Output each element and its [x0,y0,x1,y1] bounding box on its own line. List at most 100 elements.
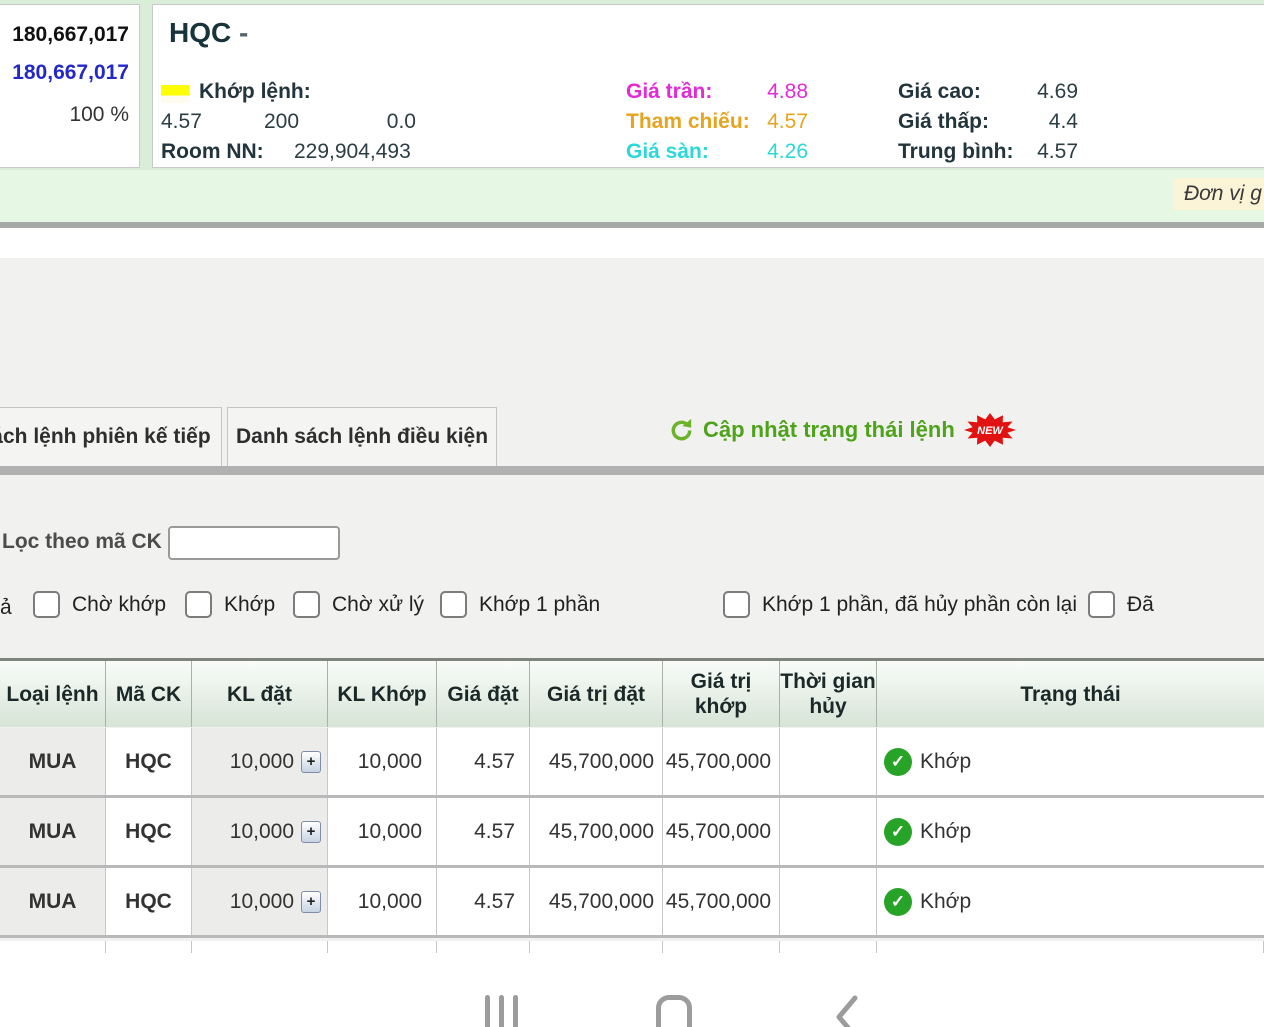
ceiling-price-value: 4.88 [767,80,808,103]
refresh-icon [671,418,692,440]
tab-conditional-orders[interactable]: Danh sách lệnh điều kiện [227,407,497,466]
symbol-code: HQC [169,17,232,48]
home-button[interactable] [656,995,692,1027]
quote-panel: HQC - Khớp lệnh: 4.57 200 0.0 Room NN: 2… [152,4,1264,168]
order-status-cell: ✓ Khớp [877,868,1264,935]
checkbox-khop-1-phan-da-huy[interactable]: Khớp 1 phần, đã hủy phần còn lại [723,591,1077,618]
recents-button[interactable] [485,995,518,1027]
tab-next-session-orders[interactable]: ách lệnh phiên kế tiếp [0,407,222,466]
order-matched-qty: 10,000 [328,728,437,795]
checkbox-box[interactable] [440,591,467,618]
status-check-icon: ✓ [884,887,912,916]
order-row-partial [0,941,1264,953]
checkbox-box[interactable] [723,591,750,618]
matched-price: 4.57 [161,110,202,133]
owned-shares-value: 180,667,017 [12,61,129,84]
orders-section: ách lệnh phiên kế tiếp Danh sách lệnh đi… [0,258,1264,1027]
account-summary-panel: 180,667,017 180,667,017 100 % [0,4,140,168]
room-value: 229,904,493 [294,140,411,163]
update-order-status-label: Cập nhật trạng thái lệnh [703,417,955,442]
header-loai-lenh: Loại lệnh [0,661,106,727]
new-badge-icon: NEW [963,413,1016,447]
order-row: MUA HQC 10,000 + 10,000 4.57 45,700,000 … [0,728,1264,798]
checkbox-box[interactable] [33,591,60,618]
order-qty: 10,000 [229,819,294,843]
floor-price-value: 4.26 [767,140,808,163]
order-matched-qty: 10,000 [328,798,437,865]
matched-price-label: Khớp lệnh: [199,80,311,103]
order-status-cell: ✓ Khớp [877,798,1264,865]
bottom-spacer [0,953,1264,1027]
order-side: MUA [0,868,106,935]
recents-bar-icon [499,995,504,1027]
tab-underline-bar [0,466,1264,475]
orders-table-header: Loại lệnh Mã CK KL đặt KL Khớp Giá đặt G… [0,658,1264,727]
svg-text:NEW: NEW [977,425,1004,437]
symbol-suffix: - [239,17,249,48]
header-gia-dat: Giá đặt [437,661,530,727]
order-value: 45,700,000 [530,868,663,935]
order-qty-cell: 10,000 + [192,798,328,865]
checkbox-khop[interactable]: Khớp [185,591,275,618]
order-row: MUA HQC 10,000 + 10,000 4.57 45,700,000 … [0,868,1264,938]
back-button[interactable] [834,995,860,1027]
order-matched-value: 45,700,000 [663,798,780,865]
checkbox-cho-khop[interactable]: Chờ khớp [33,591,166,618]
low-price-value: 4.4 [1048,110,1078,133]
reference-price-value: 4.57 [767,110,808,133]
low-price-label: Giá thấp: [898,110,990,133]
spacer-band [0,228,1264,258]
unit-note-strip: Đơn vị g [0,170,1264,222]
order-price: 4.57 [437,728,530,795]
high-price-value: 4.69 [1037,80,1078,103]
checkbox-da-huy[interactable]: Đã [1088,591,1154,618]
order-cancel-time [780,798,877,865]
expand-order-button[interactable]: + [301,820,321,843]
order-qty: 10,000 [229,749,294,773]
order-cancel-time [780,728,877,795]
filter-by-symbol-label: Lọc theo mã CK [2,530,162,553]
symbol-title: HQC - [169,17,248,49]
order-price: 4.57 [437,868,530,935]
expand-order-button[interactable]: + [301,890,321,913]
expand-order-button[interactable]: + [301,750,321,773]
checkbox-cho-xu-ly[interactable]: Chờ xử lý [293,591,424,618]
matched-volume: 200 [264,110,300,133]
order-status-label: Khớp [920,819,972,843]
checkbox-box[interactable] [185,591,212,618]
average-price-value: 4.57 [1037,140,1078,163]
order-status-cell: ✓ Khớp [877,728,1264,795]
order-status-label: Khớp [920,749,972,773]
status-check-icon: ✓ [884,817,912,846]
symbol-filter-input[interactable] [168,526,340,560]
room-label: Room NN: [161,140,264,163]
header-kl-dat: KL đặt [192,661,328,727]
header-trang-thai: Trạng thái [1020,682,1121,706]
order-side: MUA [0,798,106,865]
checkbox-box[interactable] [293,591,320,618]
header-ma-ck: Mã CK [106,661,192,727]
order-matched-value: 45,700,000 [663,728,780,795]
recents-bar-icon [513,995,518,1027]
matched-change: 0.0 [386,110,416,133]
total-shares-value: 180,667,017 [12,23,129,46]
header-kl-khop: KL Khớp [328,661,437,727]
status-check-icon: ✓ [884,747,912,776]
ownership-percent: 100 % [69,103,129,126]
order-value: 45,700,000 [530,728,663,795]
highlight-icon [161,85,189,103]
order-symbol: HQC [106,868,192,935]
update-order-status-link[interactable]: Cập nhật trạng thái lệnh NEW [668,410,1017,450]
order-price: 4.57 [437,798,530,865]
checkbox-box[interactable] [1088,591,1115,618]
order-qty: 10,000 [229,889,294,913]
quote-header-section: 180,667,017 180,667,017 100 % HQC - Khớp… [0,0,1264,170]
order-symbol: HQC [106,728,192,795]
order-qty-cell: 10,000 + [192,868,328,935]
order-cancel-time [780,868,877,935]
recents-bar-icon [485,995,490,1027]
checkbox-khop-1-phan[interactable]: Khớp 1 phần [440,591,600,618]
order-value: 45,700,000 [530,798,663,865]
header-gia-tri-dat: Giá trị đặt [530,661,663,727]
header-thoi-gian-huy: Thời gian hủy [780,661,877,727]
